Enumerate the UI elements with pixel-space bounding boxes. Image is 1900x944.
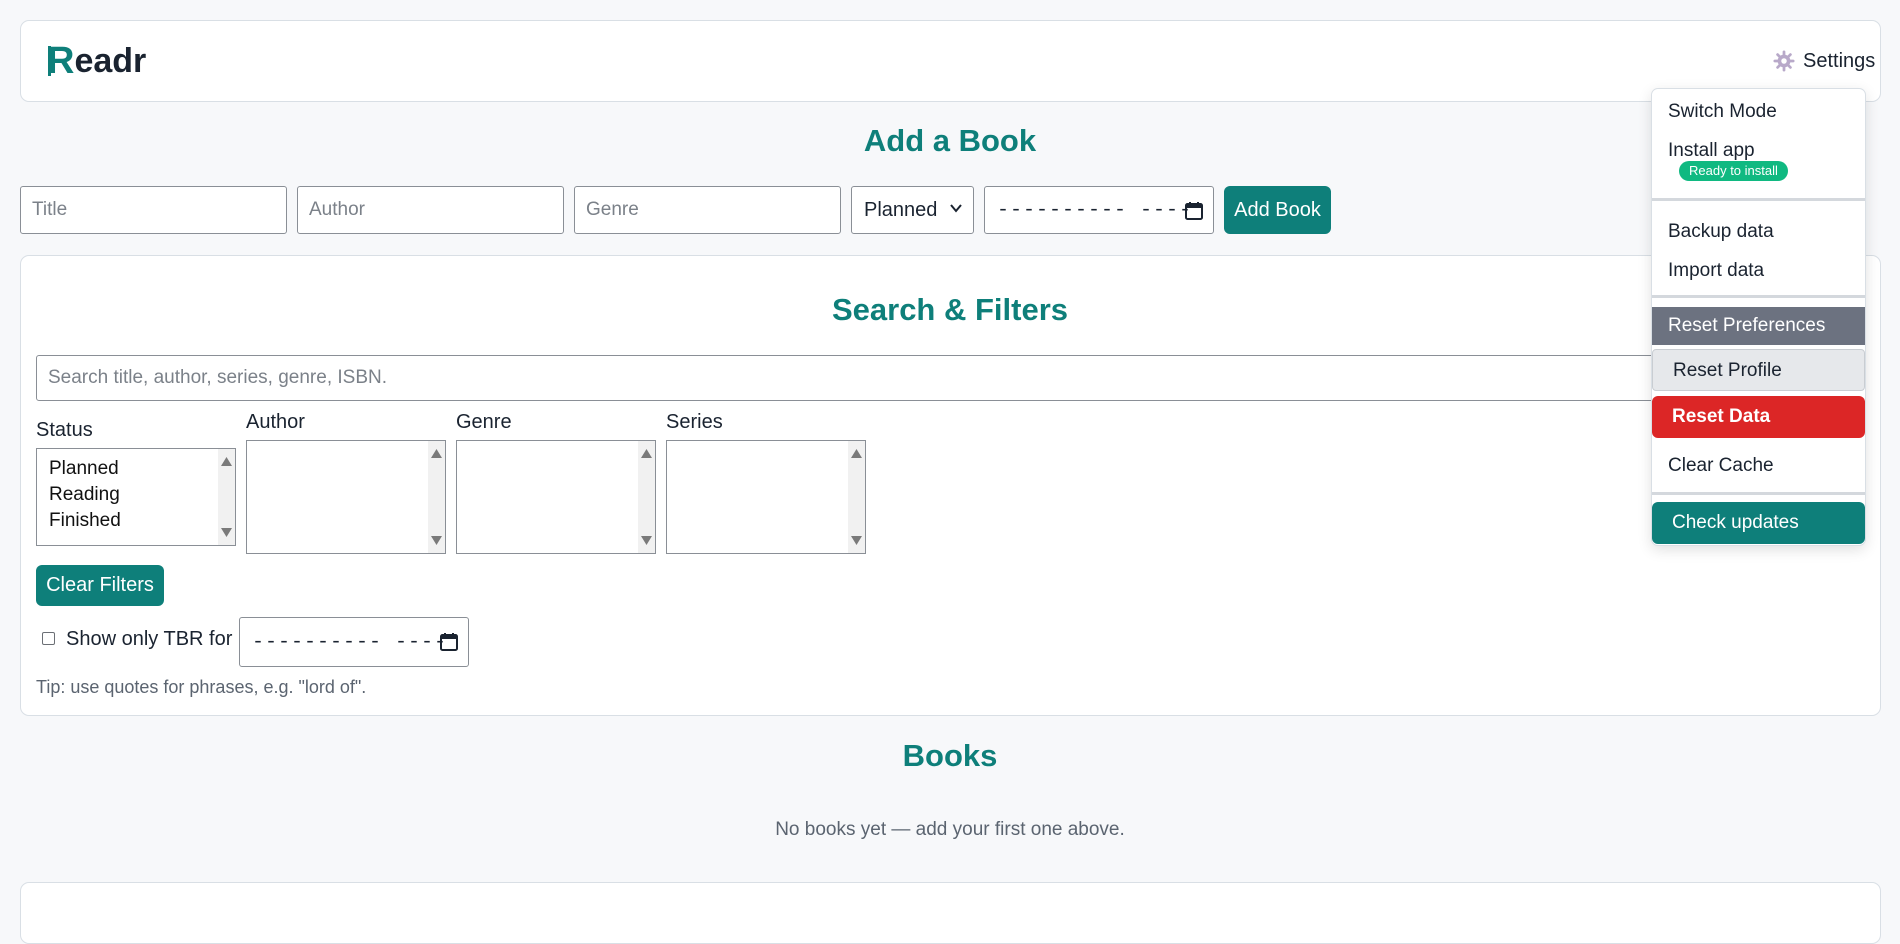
add-book-heading: Add a Book: [863, 123, 1037, 158]
search-filters-heading: Search & Filters: [831, 292, 1069, 327]
scroll-up-icon[interactable]: [221, 457, 232, 466]
gear-icon: [1773, 50, 1795, 72]
status-option-reading[interactable]: Reading: [37, 482, 235, 508]
import-data-menu-item[interactable]: Import data: [1652, 256, 1865, 286]
scroll-down-icon[interactable]: [431, 536, 442, 545]
author-list-scrollbar[interactable]: [428, 441, 445, 553]
menu-divider: [1652, 198, 1865, 201]
add-date-input[interactable]: ---------- ----: [984, 186, 1214, 234]
status-select[interactable]: Planned: [851, 186, 974, 234]
scroll-up-icon[interactable]: [641, 449, 652, 458]
scroll-up-icon[interactable]: [851, 449, 862, 458]
settings-label: Settings: [1803, 49, 1876, 72]
status-filter-list[interactable]: Planned Reading Finished: [36, 448, 236, 546]
reset-profile-button[interactable]: Reset Profile: [1652, 349, 1865, 391]
clear-cache-menu-item[interactable]: Clear Cache: [1652, 446, 1865, 486]
scroll-down-icon[interactable]: [641, 536, 652, 545]
check-updates-button[interactable]: Check updates: [1652, 502, 1865, 544]
tbr-date-value: ---------- ----: [252, 630, 448, 654]
series-list-scrollbar[interactable]: [848, 441, 865, 553]
scroll-down-icon[interactable]: [221, 528, 232, 537]
tbr-label: Show only TBR for: [66, 628, 233, 650]
clear-filters-button[interactable]: Clear Filters: [36, 565, 164, 606]
empty-books-message: No books yet — add your first one above.: [775, 819, 1125, 840]
reset-preferences-button[interactable]: Reset Preferences: [1652, 307, 1865, 345]
tbr-checkbox[interactable]: [42, 632, 55, 645]
logo-mark: R: [47, 40, 75, 82]
menu-divider: [1652, 492, 1865, 495]
logo-text: eadr: [74, 42, 147, 80]
app-header: R eadr Settings: [20, 20, 1881, 102]
backup-data-menu-item[interactable]: Backup data: [1652, 217, 1865, 247]
reset-data-button[interactable]: Reset Data: [1652, 396, 1865, 438]
settings-menu: Switch Mode Install app Ready to install…: [1651, 88, 1866, 546]
calendar-icon[interactable]: [440, 632, 458, 651]
add-book-button[interactable]: Add Book: [1224, 186, 1331, 234]
author-filter-list[interactable]: [246, 440, 446, 554]
books-list-panel: [20, 882, 1881, 944]
calendar-icon[interactable]: [1185, 201, 1203, 220]
tbr-date-input[interactable]: ---------- ----: [239, 617, 469, 667]
add-date-value: ---------- ----: [997, 198, 1193, 222]
genre-filter-label: Genre: [456, 411, 512, 433]
books-heading: Books: [902, 738, 998, 773]
status-select-value: Planned: [864, 198, 938, 221]
status-filter-label: Status: [36, 419, 93, 441]
switch-mode-menu-item[interactable]: Switch Mode: [1652, 97, 1865, 127]
status-list-scrollbar[interactable]: [218, 449, 235, 545]
genre-filter-list[interactable]: [456, 440, 656, 554]
app-logo[interactable]: R eadr: [47, 40, 147, 82]
scroll-up-icon[interactable]: [431, 449, 442, 458]
author-input[interactable]: [297, 186, 564, 234]
title-input[interactable]: [20, 186, 287, 234]
series-filter-label: Series: [666, 411, 723, 433]
install-status-badge: Ready to install: [1679, 161, 1788, 181]
status-option-planned[interactable]: Planned: [37, 456, 235, 482]
chevron-down-icon: [950, 204, 962, 213]
author-filter-label: Author: [246, 411, 305, 433]
menu-divider: [1652, 295, 1865, 298]
status-option-finished[interactable]: Finished: [37, 508, 235, 534]
series-filter-list[interactable]: [666, 440, 866, 554]
genre-input[interactable]: [574, 186, 841, 234]
genre-list-scrollbar[interactable]: [638, 441, 655, 553]
scroll-down-icon[interactable]: [851, 536, 862, 545]
settings-button[interactable]: Settings: [1773, 43, 1875, 79]
search-input[interactable]: [36, 355, 1736, 401]
search-tip: Tip: use quotes for phrases, e.g. "lord …: [36, 677, 367, 697]
